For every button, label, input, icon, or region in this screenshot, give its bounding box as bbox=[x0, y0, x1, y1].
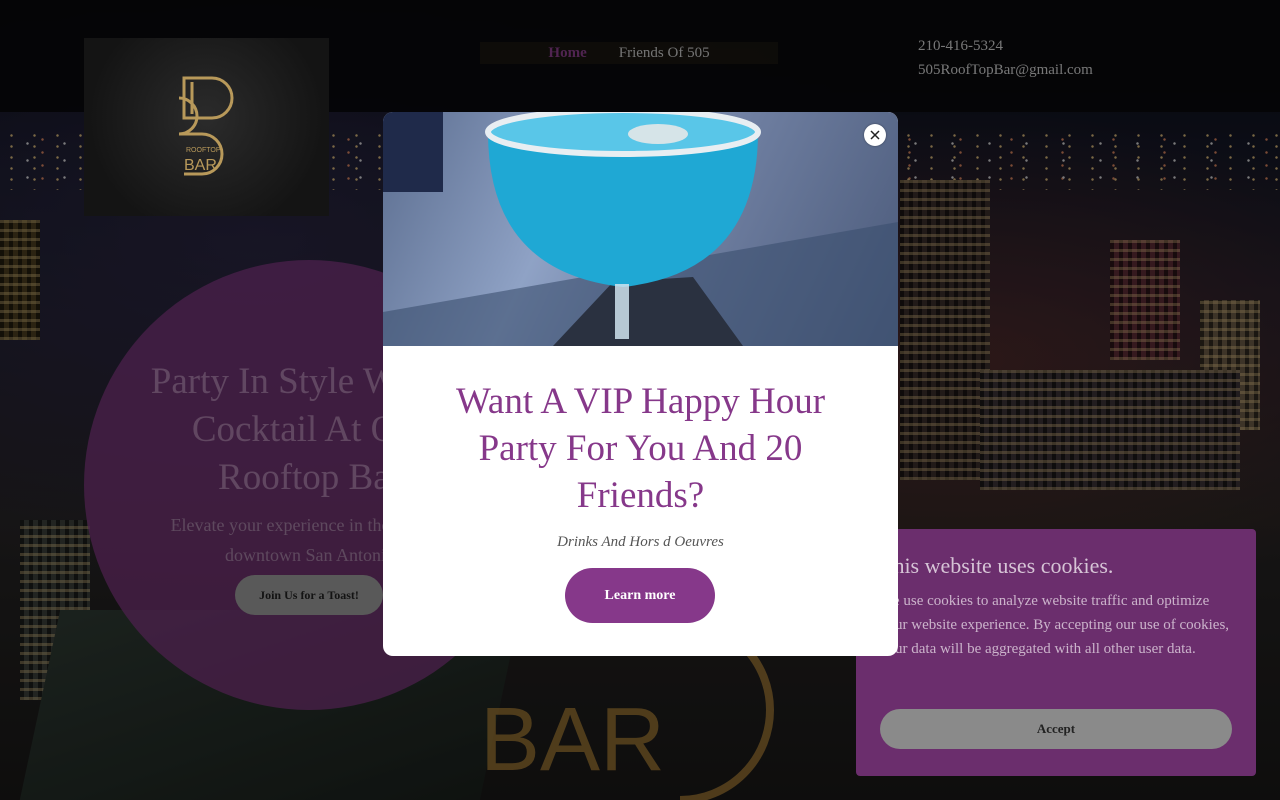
cocktail-illustration bbox=[383, 112, 898, 346]
cookie-title: This website uses cookies. bbox=[880, 553, 1114, 578]
chair-shape bbox=[383, 112, 443, 192]
learn-more-button[interactable]: Learn more bbox=[565, 568, 715, 623]
logo-text-large: BAR bbox=[184, 157, 217, 174]
promo-modal: Want A VIP Happy Hour Party For You And … bbox=[383, 112, 898, 656]
logo-mark-icon: ROOFTOP BAR bbox=[178, 76, 234, 176]
site-logo[interactable]: ROOFTOP BAR bbox=[84, 38, 329, 216]
logo-text-small: ROOFTOP bbox=[186, 147, 221, 154]
modal-subtitle: Drinks And Hors d Oeuvres bbox=[557, 534, 724, 550]
cookie-banner: This website uses cookies. We use cookie… bbox=[856, 529, 1256, 776]
glass-rim bbox=[485, 112, 761, 157]
cookie-text: We use cookies to analyze website traffi… bbox=[880, 593, 1230, 657]
garnish bbox=[628, 124, 688, 144]
cookie-accept-button[interactable]: Accept bbox=[880, 709, 1232, 749]
modal-title: Want A VIP Happy Hour Party For You And … bbox=[455, 381, 826, 516]
cocktail-image bbox=[383, 112, 898, 346]
glass-stem bbox=[615, 284, 629, 339]
close-icon[interactable] bbox=[864, 124, 886, 146]
